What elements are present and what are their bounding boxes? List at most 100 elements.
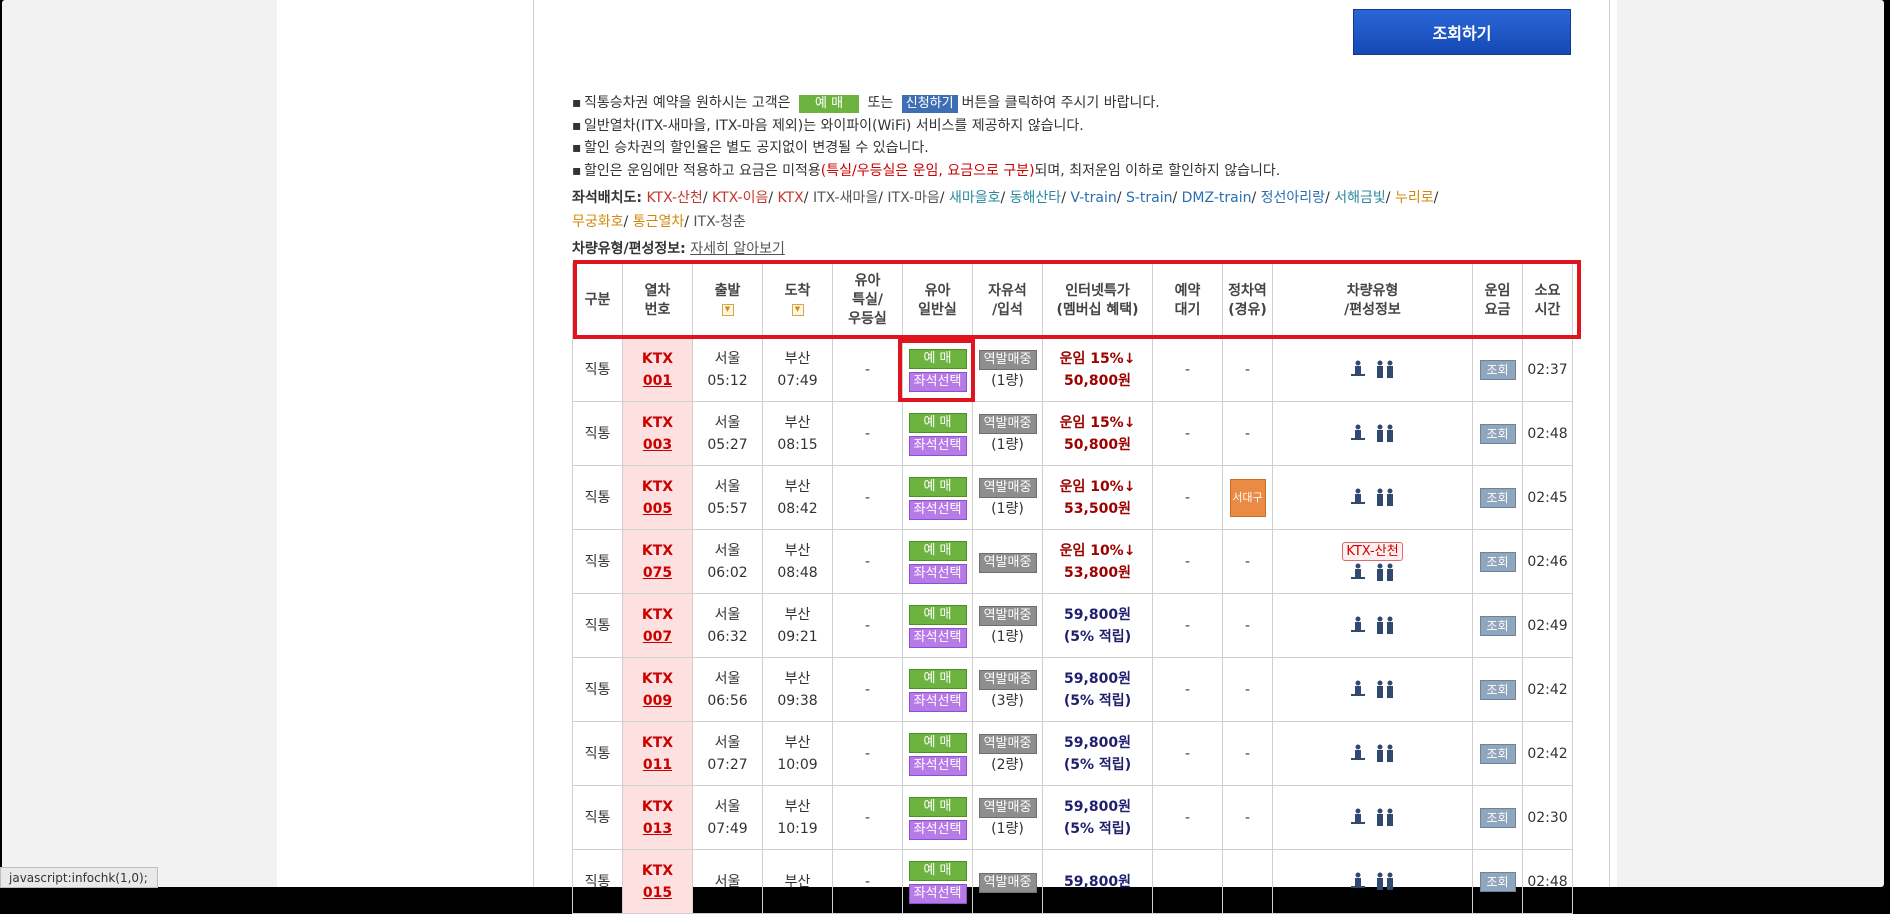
fare-lookup-button[interactable]: 조회 [1479, 487, 1516, 508]
book-button[interactable]: 예 매 [908, 541, 967, 561]
table-row: 직통 KTX 011 서울 07:27 부산 10:09- 예 매 좌석선택 역발매중 (2량) 59… [572, 721, 1573, 786]
fare-lookup-button[interactable]: 조회 [1479, 551, 1516, 572]
stop-station-badge[interactable]: 서대구 [1229, 478, 1266, 517]
fare-lookup-button[interactable]: 조회 [1479, 359, 1516, 380]
book-button[interactable]: 예 매 [908, 797, 967, 817]
train-no-cell: KTX 075 [622, 529, 693, 594]
stop-station-cell [1222, 849, 1273, 914]
train-no-link[interactable]: 009 [643, 693, 672, 709]
seat-layout-link[interactable]: KTX-산천 [646, 190, 702, 206]
seat-layout-link[interactable]: V-train [1070, 190, 1116, 206]
standing-cell: 역발매중 (1량) [972, 337, 1043, 402]
notice-text: 되며, 최저운임 이하로 할인하지 않습니다. [1034, 162, 1281, 179]
seat-layout-link[interactable]: 통근열차 [633, 214, 685, 230]
infant-general-cell: 예 매좌석선택 [902, 529, 973, 594]
train-no-link[interactable]: 007 [643, 629, 672, 645]
seat-layout-link[interactable]: S-train [1126, 190, 1173, 206]
train-no-link[interactable]: 011 [643, 757, 672, 773]
seat-type-icons [1350, 424, 1393, 442]
infant-special-cell: - [832, 657, 903, 722]
seat-layout-link[interactable]: 정선아리랑 [1261, 190, 1325, 206]
seat-layout-link[interactable]: DMZ-train [1182, 190, 1252, 206]
fare-lookup-button[interactable]: 조회 [1479, 807, 1516, 828]
seat-type-icons [1350, 563, 1393, 581]
seat-select-button[interactable]: 좌석선택 [908, 692, 967, 712]
infant-general-cell: 예 매좌석선택 [902, 657, 973, 722]
book-button[interactable]: 예 매 [908, 349, 967, 369]
infant-general-cell: 예 매좌석선택 [902, 465, 973, 530]
waitlist-cell: - [1152, 657, 1223, 722]
book-button[interactable]: 예 매 [908, 669, 967, 689]
link-separator: / [768, 190, 778, 206]
fare-line-2: (5% 적립) [1063, 756, 1132, 773]
seat-select-button[interactable]: 좌석선택 [908, 564, 967, 584]
train-no-link[interactable]: 003 [643, 437, 672, 453]
arrival-cell: 부산 09:38 [762, 657, 833, 722]
train-type: KTX [641, 798, 674, 815]
car-type-cell [1272, 849, 1473, 914]
departure-cell: 서울 07:49 [692, 785, 763, 850]
duration-cell: 02:42 [1522, 657, 1573, 722]
fare-line-1: 59,800원 [1064, 670, 1131, 687]
seat-layout-link[interactable]: 누리로 [1395, 190, 1434, 206]
infant-special-cell: - [832, 529, 903, 594]
book-button[interactable]: 예 매 [908, 733, 967, 753]
train-type: KTX [641, 414, 674, 431]
infant-special-cell: - [832, 721, 903, 786]
search-button[interactable]: 조회하기 [1353, 9, 1571, 55]
seat-layout-link[interactable]: 서해금빛 [1334, 190, 1386, 206]
train-no-cell: KTX 003 [622, 401, 693, 466]
book-button[interactable]: 예 매 [908, 477, 967, 497]
sort-departure-icon[interactable]: ▼ [721, 303, 734, 316]
seat-layout-link[interactable]: 무궁화호 [572, 214, 624, 230]
division-cell: 직통 [572, 465, 623, 530]
train-no-link[interactable]: 075 [643, 565, 672, 581]
book-button[interactable]: 예 매 [908, 413, 967, 433]
notice-item: ▪ 할인 승차권의 할인율은 별도 공지없이 변경될 수 있습니다. [572, 140, 929, 156]
seat-layout-link[interactable]: ITX-마음 [887, 190, 939, 206]
fare-lookup-button[interactable]: 조회 [1479, 423, 1516, 444]
fare-cell: 조회 [1472, 785, 1523, 850]
seat-layout-link[interactable]: 동해산타 [1010, 190, 1062, 206]
book-button[interactable]: 예 매 [908, 605, 967, 625]
train-no-link[interactable]: 001 [643, 373, 672, 389]
link-separator: / [702, 190, 712, 206]
seat-select-button[interactable]: 좌석선택 [908, 820, 967, 840]
train-no-link[interactable]: 015 [643, 885, 672, 901]
infant-general-cell: 예 매좌석선택 [902, 721, 973, 786]
seat-select-button[interactable]: 좌석선택 [908, 756, 967, 776]
fare-lookup-button[interactable]: 조회 [1479, 743, 1516, 764]
fare-lookup-button[interactable]: 조회 [1479, 679, 1516, 700]
link-separator: / [1385, 190, 1395, 206]
seat-select-button[interactable]: 좌석선택 [908, 884, 967, 904]
car-type-badge[interactable]: KTX-산천 [1342, 541, 1403, 561]
duration-cell: 02:46 [1522, 529, 1573, 594]
seat-select-button[interactable]: 좌석선택 [908, 372, 967, 392]
car-type-detail-link[interactable]: 자세히 알아보기 [690, 241, 785, 257]
sort-arrival-icon[interactable]: ▼ [791, 303, 804, 316]
arrival-cell: 부산 [762, 849, 833, 914]
arrival-cell: 부산 09:21 [762, 593, 833, 658]
fare-lookup-button[interactable]: 조회 [1479, 871, 1516, 892]
seat-layout-link[interactable]: 새마을호 [949, 190, 1001, 206]
waitlist-cell: - [1152, 337, 1223, 402]
seat-layout-link[interactable]: KTX [778, 190, 804, 206]
station-sale-badge: 역발매중 [978, 413, 1037, 434]
seat-layout-link-list: KTX-산천/ KTX-이음/ KTX/ ITX-새마을/ ITX-마음/ 새마… [572, 190, 1438, 230]
waitlist-cell [1152, 849, 1223, 914]
book-button[interactable]: 예 매 [908, 861, 967, 881]
seat-layout-link[interactable]: KTX-이음 [712, 190, 768, 206]
seat-layout-link[interactable]: ITX-청춘 [693, 214, 745, 230]
notice-text: 버튼을 클릭하여 주시기 바랍니다. [961, 95, 1160, 111]
standing-cell: 역발매중 [972, 849, 1043, 914]
notice-list: ▪ 직통승차권 예약을 원하시는 고객은 예 매 또는 신청하기 버튼을 클릭하여 … [572, 92, 1572, 182]
seat-select-button[interactable]: 좌석선택 [908, 436, 967, 456]
train-no-link[interactable]: 013 [643, 821, 672, 837]
car-type-label: 차량유형/편성정보: [572, 241, 686, 257]
train-no-link[interactable]: 005 [643, 501, 672, 517]
seat-select-button[interactable]: 좌석선택 [908, 500, 967, 520]
fare-lookup-button[interactable]: 조회 [1479, 615, 1516, 636]
seat-layout-link[interactable]: ITX-새마을 [813, 190, 878, 206]
train-no-cell: KTX 005 [622, 465, 693, 530]
seat-select-button[interactable]: 좌석선택 [908, 628, 967, 648]
